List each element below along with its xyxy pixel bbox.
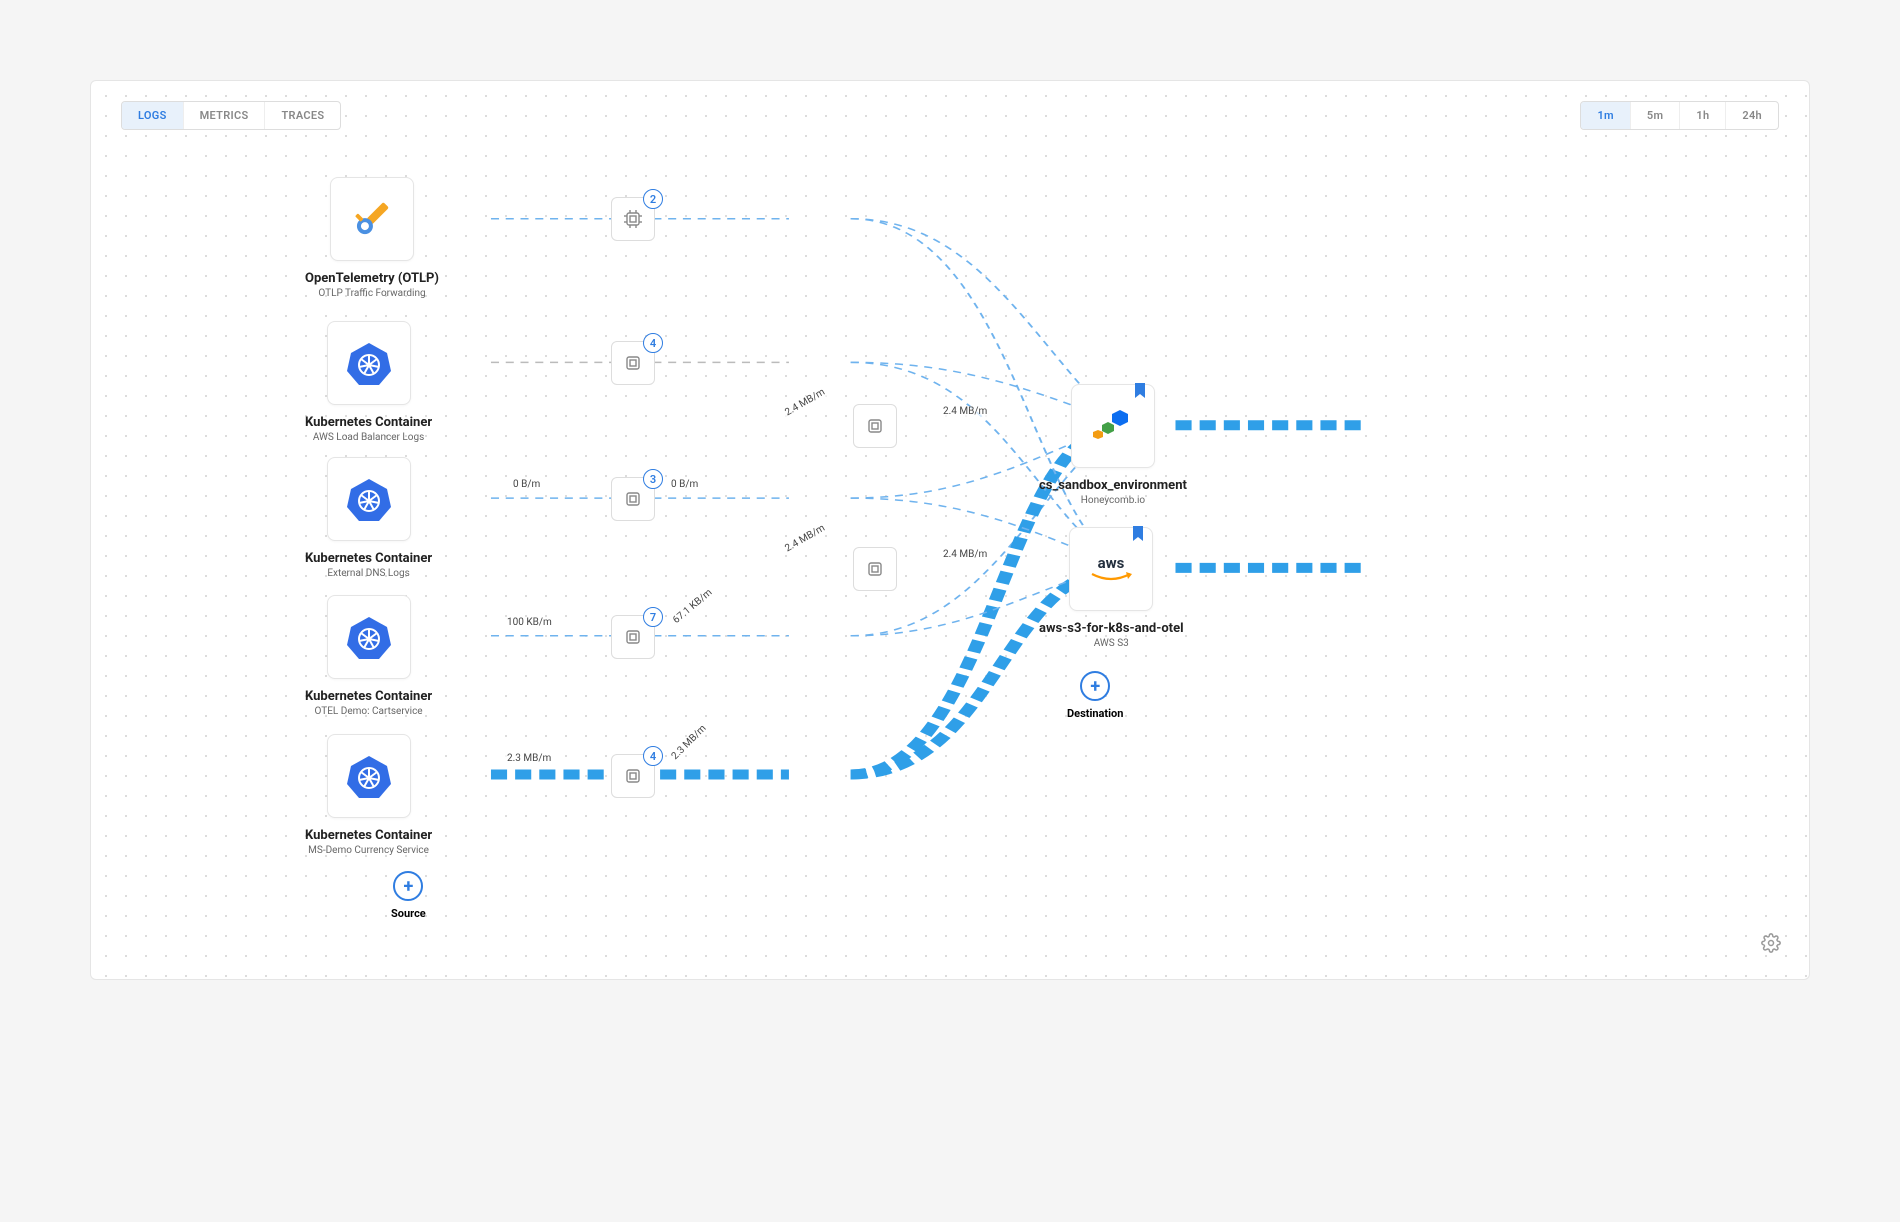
bookmark-icon [1132, 526, 1144, 546]
source-node[interactable]: Kubernetes Container OTEL Demo: Cartservi… [305, 595, 432, 717]
dest-title: aws-s3-for-k8s-and-otel [1039, 621, 1184, 636]
source-node[interactable]: Kubernetes Container External DNS Logs [305, 457, 432, 579]
kubernetes-icon [345, 752, 393, 800]
aggregator-node[interactable] [853, 547, 897, 591]
processor-badge: 4 [643, 746, 663, 766]
timerange-24h[interactable]: 24h [1725, 102, 1778, 129]
tab-logs[interactable]: LOGS [122, 102, 183, 129]
edge-label: 100 KB/m [505, 617, 554, 628]
processor-badge: 4 [643, 333, 663, 353]
edge-label: 2.4 MB/m [941, 406, 989, 417]
source-node[interactable]: Kubernetes Container AWS Load Balancer Lo… [305, 321, 432, 443]
source-title: Kubernetes Container [305, 689, 432, 704]
tab-traces[interactable]: TRACES [264, 102, 340, 129]
timerange-tabs: 1m5m1h24h [1580, 101, 1779, 130]
processor-badge: 2 [643, 189, 663, 209]
signal-tabs: LOGSMETRICSTRACES [121, 101, 341, 130]
source-node[interactable]: Kubernetes Container MS-Demo Currency Ser… [305, 734, 432, 856]
bookmark-icon [1134, 383, 1146, 403]
processor-node[interactable]: 3 [611, 477, 655, 521]
dest-subtitle: Honeycomb.io [1039, 495, 1187, 506]
timerange-1h[interactable]: 1h [1679, 102, 1725, 129]
kubernetes-icon [345, 613, 393, 661]
processor-badge: 7 [643, 607, 663, 627]
processor-node[interactable]: 7 [611, 615, 655, 659]
dest-subtitle: AWS S3 [1039, 638, 1184, 649]
source-title: Kubernetes Container [305, 828, 432, 843]
aws-icon: aws [1084, 550, 1138, 588]
edge-label: 2.4 MB/m [941, 549, 989, 560]
add-source[interactable]: + Source [391, 871, 426, 920]
settings-button[interactable] [1761, 933, 1781, 957]
dest-title: cs_sandbox_environment [1039, 478, 1187, 493]
processor-node[interactable]: 4 [611, 754, 655, 798]
destination-node[interactable]: cs_sandbox_environment Honeycomb.io [1039, 384, 1187, 506]
edge-label: 0 B/m [669, 479, 700, 490]
timerange-5m[interactable]: 5m [1630, 102, 1679, 129]
kubernetes-icon [345, 475, 393, 523]
tab-metrics[interactable]: METRICS [183, 102, 265, 129]
plus-icon[interactable]: + [1080, 671, 1110, 701]
processor-node[interactable]: 2 [611, 197, 655, 241]
source-subtitle: MS-Demo Currency Service [305, 845, 432, 856]
processor-node[interactable]: 4 [611, 341, 655, 385]
plus-icon[interactable]: + [393, 871, 423, 901]
kubernetes-icon [345, 339, 393, 387]
source-title: OpenTelemetry (OTLP) [305, 271, 439, 286]
processor-badge: 3 [643, 469, 663, 489]
source-node[interactable]: OpenTelemetry (OTLP) OTLP Traffic Forward… [305, 177, 439, 299]
svg-text:aws: aws [1098, 554, 1125, 572]
honeycomb-icon [1088, 406, 1138, 446]
source-title: Kubernetes Container [305, 415, 432, 430]
edge-label: 2.3 MB/m [505, 753, 553, 764]
source-subtitle: AWS Load Balancer Logs [305, 432, 432, 443]
destination-node[interactable]: aws aws-s3-for-k8s-and-otel AWS S3 [1039, 527, 1184, 649]
source-subtitle: External DNS Logs [305, 568, 432, 579]
opentelemetry-icon [346, 193, 398, 245]
add-source-label: Source [391, 907, 426, 920]
source-subtitle: OTEL Demo: Cartservice [305, 706, 432, 717]
timerange-1m[interactable]: 1m [1581, 102, 1629, 129]
add-destination[interactable]: + Destination [1067, 671, 1123, 720]
canvas[interactable]: 0 B/m 0 B/m 100 KB/m 67.1 KB/m 2.3 MB/m … [91, 81, 1809, 979]
source-title: Kubernetes Container [305, 551, 432, 566]
source-subtitle: OTLP Traffic Forwarding [305, 288, 439, 299]
add-dest-label: Destination [1067, 707, 1123, 720]
top-toolbar: LOGSMETRICSTRACES 1m5m1h24h [121, 101, 1779, 130]
pipeline-canvas-frame: LOGSMETRICSTRACES 1m5m1h24h [90, 80, 1810, 980]
edge-label: 0 B/m [511, 479, 542, 490]
aggregator-node[interactable] [853, 404, 897, 448]
